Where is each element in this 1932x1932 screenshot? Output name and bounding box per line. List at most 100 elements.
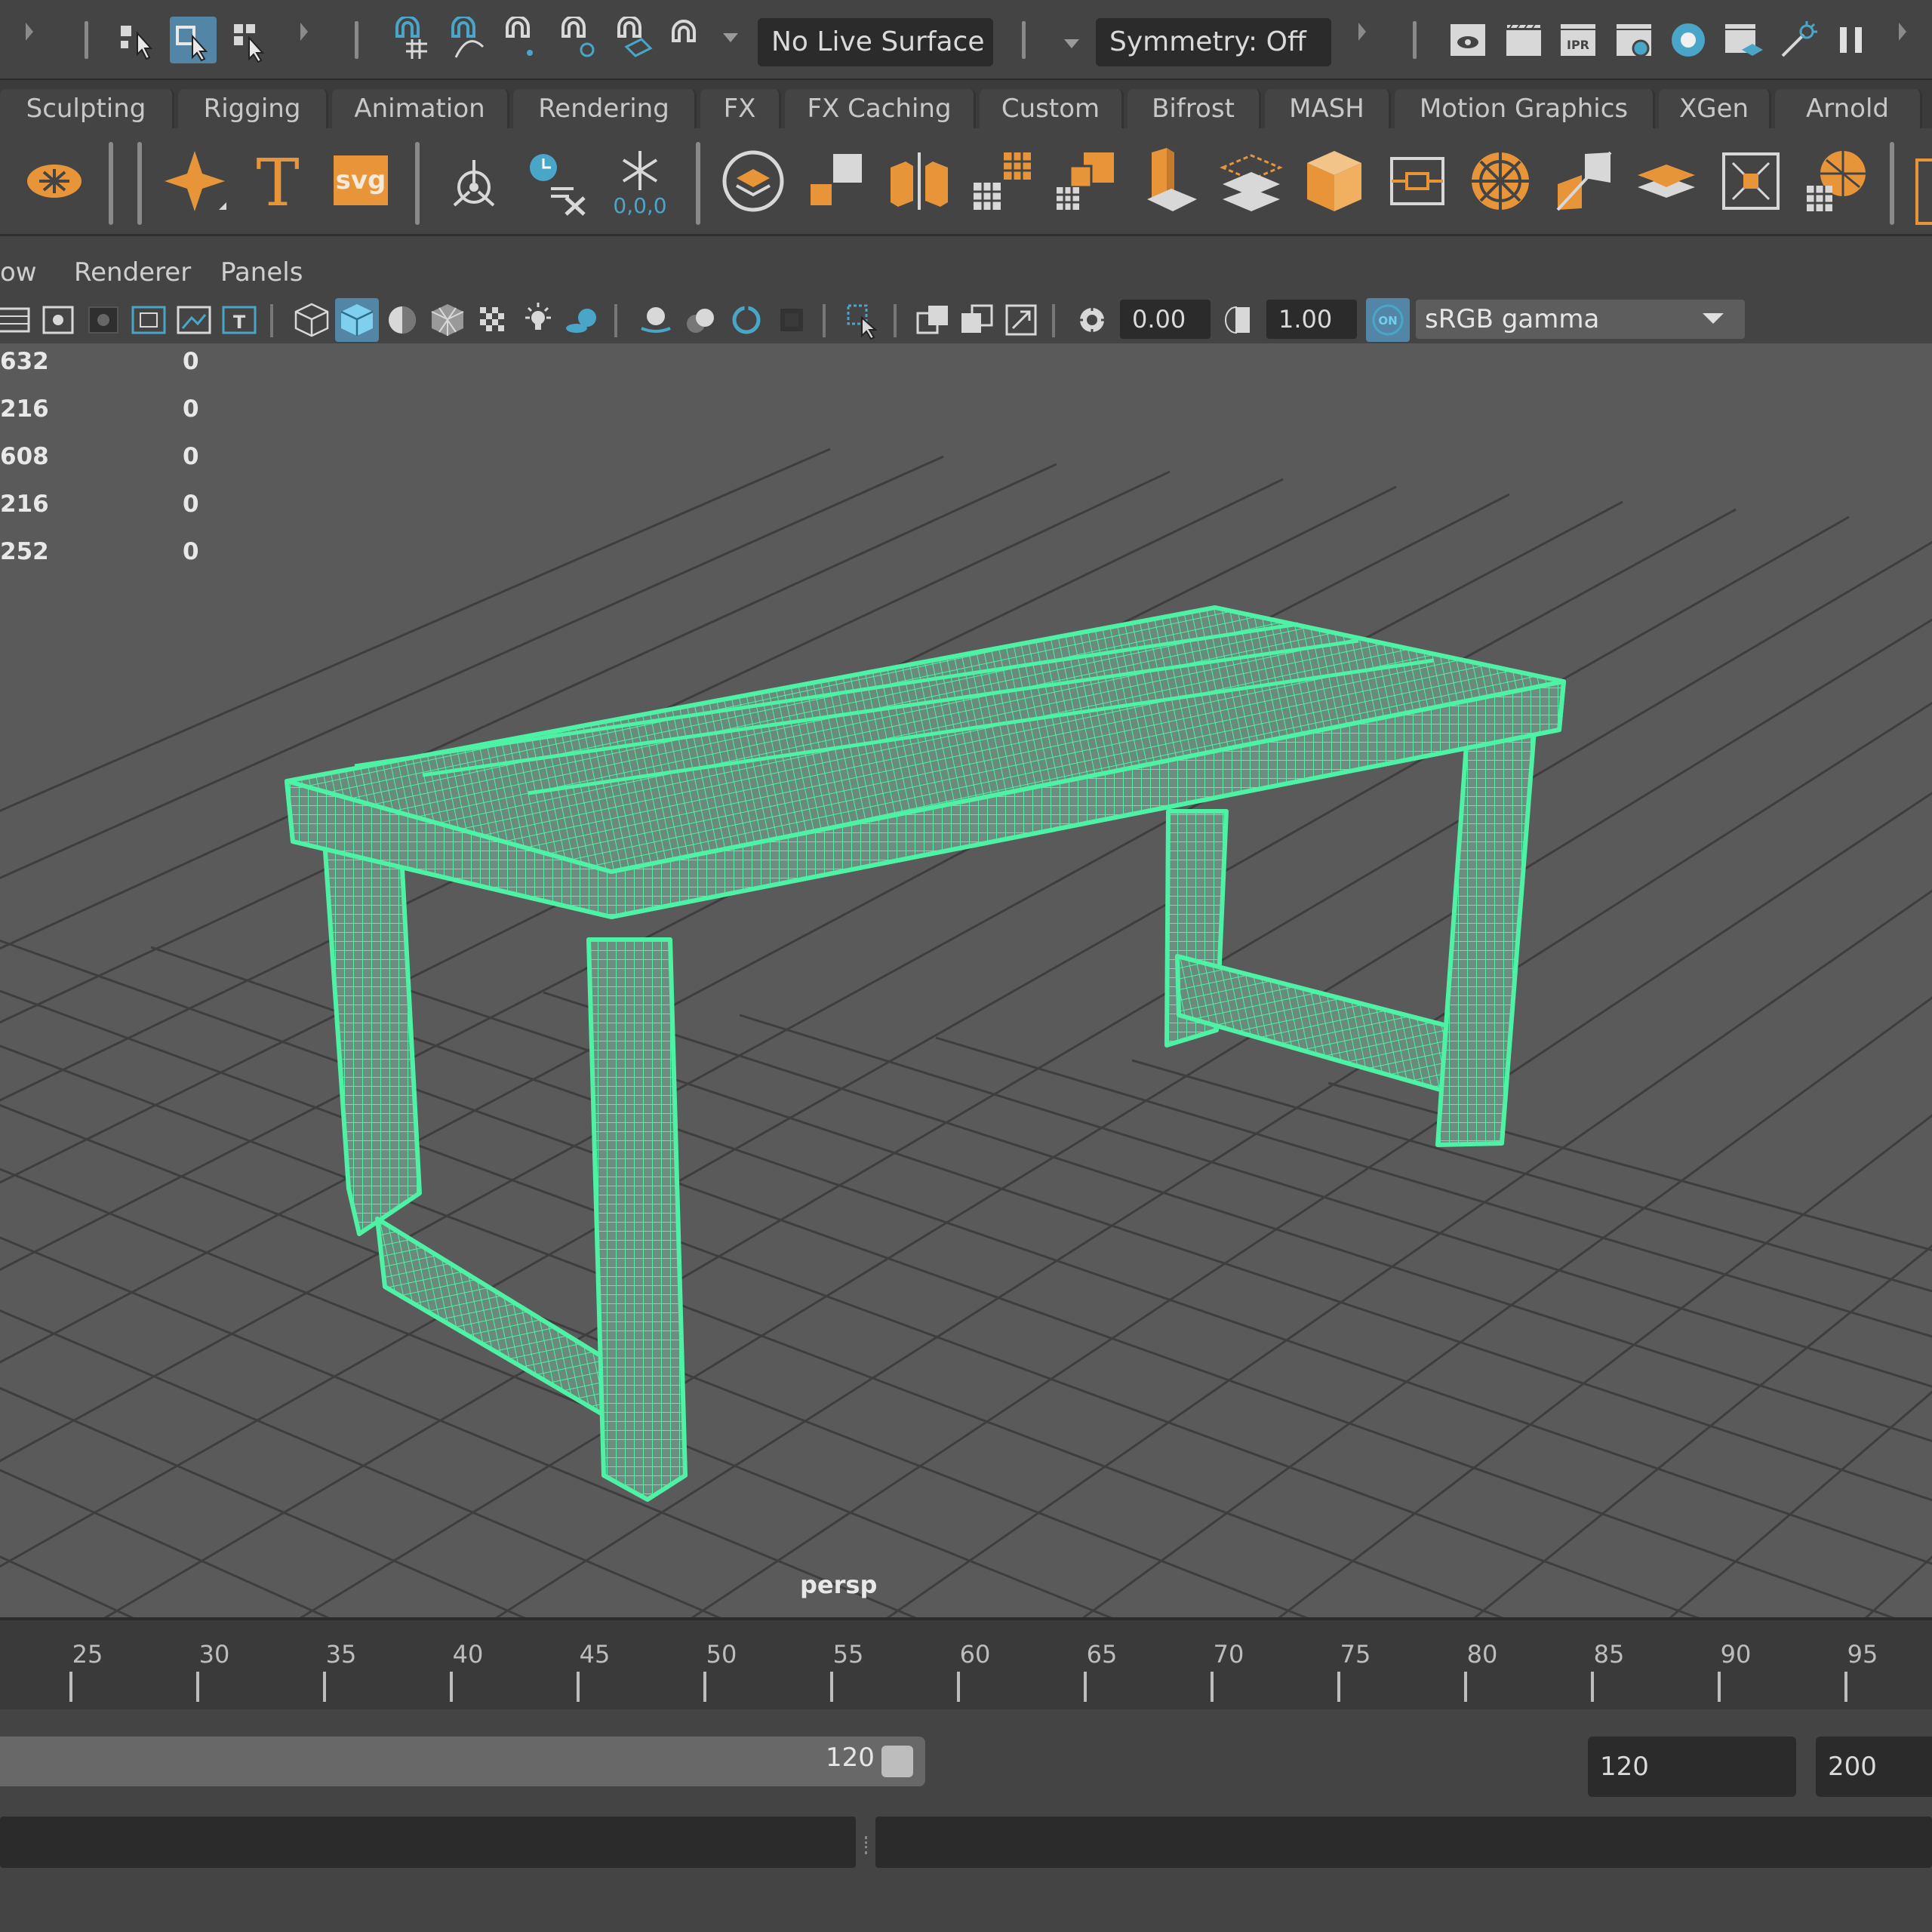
- chevron-down-icon[interactable]: [1703, 313, 1724, 324]
- pause-viewport-icon[interactable]: [1828, 17, 1875, 63]
- film-gate-icon[interactable]: [0, 298, 36, 342]
- stacked-layers-icon[interactable]: [1630, 145, 1703, 217]
- hud-label: 216: [0, 491, 49, 518]
- cube-primitive-icon[interactable]: [1298, 145, 1371, 217]
- tab-xgen[interactable]: XGen: [1659, 89, 1771, 128]
- xray-active-components-icon[interactable]: [955, 298, 999, 342]
- collapse-arrow-icon[interactable]: [1358, 23, 1366, 41]
- combine-icon[interactable]: [1049, 145, 1121, 217]
- smooth-shading-icon[interactable]: [335, 298, 379, 342]
- color-management-toggle-icon[interactable]: ON: [1366, 298, 1410, 342]
- field-chart-icon[interactable]: [127, 298, 171, 342]
- snap-to-projected-center-icon[interactable]: [552, 17, 599, 63]
- tab-rigging[interactable]: Rigging: [178, 89, 328, 128]
- mirror-geometry-icon[interactable]: [883, 145, 955, 217]
- bounding-box-icon[interactable]: [1381, 145, 1454, 217]
- tab-animation[interactable]: Animation: [332, 89, 509, 128]
- tab-mash[interactable]: MASH: [1265, 89, 1391, 128]
- tab-sculpting[interactable]: Sculpting: [0, 89, 174, 128]
- xray-joints-icon[interactable]: [999, 298, 1043, 342]
- tab-fx[interactable]: FX: [700, 89, 781, 128]
- splitter-handle[interactable]: [865, 1836, 870, 1854]
- gamma-field[interactable]: 1.00: [1266, 300, 1357, 339]
- live-surface-dropdown-arrow[interactable]: [723, 33, 738, 42]
- center-pivot-icon[interactable]: [438, 145, 510, 217]
- hypershade-icon[interactable]: [1665, 17, 1712, 63]
- menu-panels[interactable]: Panels: [220, 257, 303, 288]
- tab-motion-graphics[interactable]: Motion Graphics: [1395, 89, 1655, 128]
- animation-end-field[interactable]: 200: [1816, 1737, 1932, 1797]
- select-by-hierarchy-icon[interactable]: [113, 17, 160, 63]
- snap-to-point-icon[interactable]: [497, 17, 543, 63]
- star-primitive-icon[interactable]: [158, 145, 231, 217]
- make-live-icon[interactable]: [663, 17, 709, 63]
- tab-fx-caching[interactable]: FX Caching: [785, 89, 976, 128]
- extrude-icon[interactable]: [1132, 145, 1204, 217]
- wireframe-on-shaded-icon[interactable]: [426, 298, 469, 342]
- duplicate-special-icon[interactable]: [800, 145, 872, 217]
- layered-planes-icon[interactable]: [1215, 145, 1287, 217]
- select-by-component-icon[interactable]: [226, 17, 273, 63]
- render-settings-icon[interactable]: [1611, 17, 1657, 63]
- instance-grid-icon[interactable]: [966, 145, 1038, 217]
- default-material-icon[interactable]: [380, 298, 424, 342]
- menu-renderer[interactable]: Renderer: [74, 257, 191, 288]
- render-view-icon[interactable]: [1444, 17, 1491, 63]
- collapse-arrow-icon[interactable]: [1899, 23, 1906, 41]
- gate-mask-icon[interactable]: [82, 298, 125, 342]
- symmetry-field[interactable]: Symmetry: Off: [1096, 18, 1331, 66]
- symmetry-dropdown-arrow[interactable]: [1064, 39, 1079, 48]
- tick-label: 25: [72, 1640, 103, 1669]
- exposure-field[interactable]: 0.00: [1120, 300, 1211, 339]
- fit-frame-icon[interactable]: [1715, 145, 1787, 217]
- snap-to-curve-icon[interactable]: [442, 17, 489, 63]
- gamma-icon[interactable]: [1221, 298, 1265, 342]
- range-handle[interactable]: [881, 1746, 913, 1777]
- ipr-render-icon[interactable]: IPR: [1555, 17, 1601, 63]
- tab-rendering[interactable]: Rendering: [513, 89, 697, 128]
- sphere-grid-icon[interactable]: [1799, 145, 1872, 217]
- xray-icon[interactable]: [912, 298, 955, 342]
- freeze-transformations-icon[interactable]: 0,0,0: [604, 145, 676, 217]
- render-current-frame-icon[interactable]: [1500, 17, 1547, 63]
- tab-bifrost[interactable]: Bifrost: [1128, 89, 1261, 128]
- command-input[interactable]: [0, 1817, 856, 1868]
- collapse-arrow-icon[interactable]: [26, 23, 33, 41]
- playback-range-bar[interactable]: [0, 1737, 925, 1786]
- time-slider[interactable]: 25 30 35 40 45 50 55 60 65 70 75 80 85 9…: [0, 1617, 1932, 1712]
- playback-end-field[interactable]: 120: [1588, 1737, 1796, 1797]
- select-by-object-icon[interactable]: [170, 17, 217, 63]
- menu-show[interactable]: ow: [0, 257, 37, 288]
- textured-icon[interactable]: [471, 298, 515, 342]
- text-tool-icon[interactable]: T: [242, 145, 314, 217]
- delete-history-icon[interactable]: [521, 145, 593, 217]
- light-editor-icon[interactable]: [1774, 17, 1820, 63]
- view-transform-dropdown[interactable]: sRGB gamma: [1416, 300, 1745, 339]
- perspective-viewport[interactable]: 632 0 216 0 608 0 216 0 252 0 persp: [0, 343, 1932, 1617]
- exposure-icon[interactable]: [1070, 298, 1114, 342]
- display-layer-icon[interactable]: [717, 145, 789, 217]
- shelf-overflow-icon[interactable]: [1915, 158, 1932, 225]
- sphere-wire-icon[interactable]: [1464, 145, 1537, 217]
- resolution-gate-icon[interactable]: [36, 298, 80, 342]
- wireframe-shading-icon[interactable]: [290, 298, 334, 342]
- anti-aliasing-icon[interactable]: [724, 298, 768, 342]
- use-all-lights-icon[interactable]: [516, 298, 560, 342]
- snap-to-view-plane-icon[interactable]: [608, 17, 655, 63]
- depth-of-field-icon[interactable]: [770, 298, 814, 342]
- shadows-icon[interactable]: [561, 298, 605, 342]
- safe-action-icon[interactable]: [172, 298, 216, 342]
- snap-to-grid-icon[interactable]: [386, 17, 433, 63]
- svg-tool-icon[interactable]: svg: [325, 145, 397, 217]
- isolate-select-icon[interactable]: [841, 298, 884, 342]
- sculpt-tool-icon[interactable]: [18, 145, 91, 217]
- tab-custom[interactable]: Custom: [980, 89, 1124, 128]
- tab-arnold[interactable]: Arnold: [1775, 89, 1922, 128]
- screen-space-ao-icon[interactable]: [634, 298, 678, 342]
- boolean-icon[interactable]: [1547, 145, 1620, 217]
- live-surface-field[interactable]: No Live Surface: [758, 18, 993, 66]
- collapse-arrow-icon[interactable]: [300, 23, 308, 41]
- motion-blur-icon[interactable]: [679, 298, 723, 342]
- safe-title-icon[interactable]: T: [217, 298, 261, 342]
- render-setup-icon[interactable]: [1719, 17, 1766, 63]
